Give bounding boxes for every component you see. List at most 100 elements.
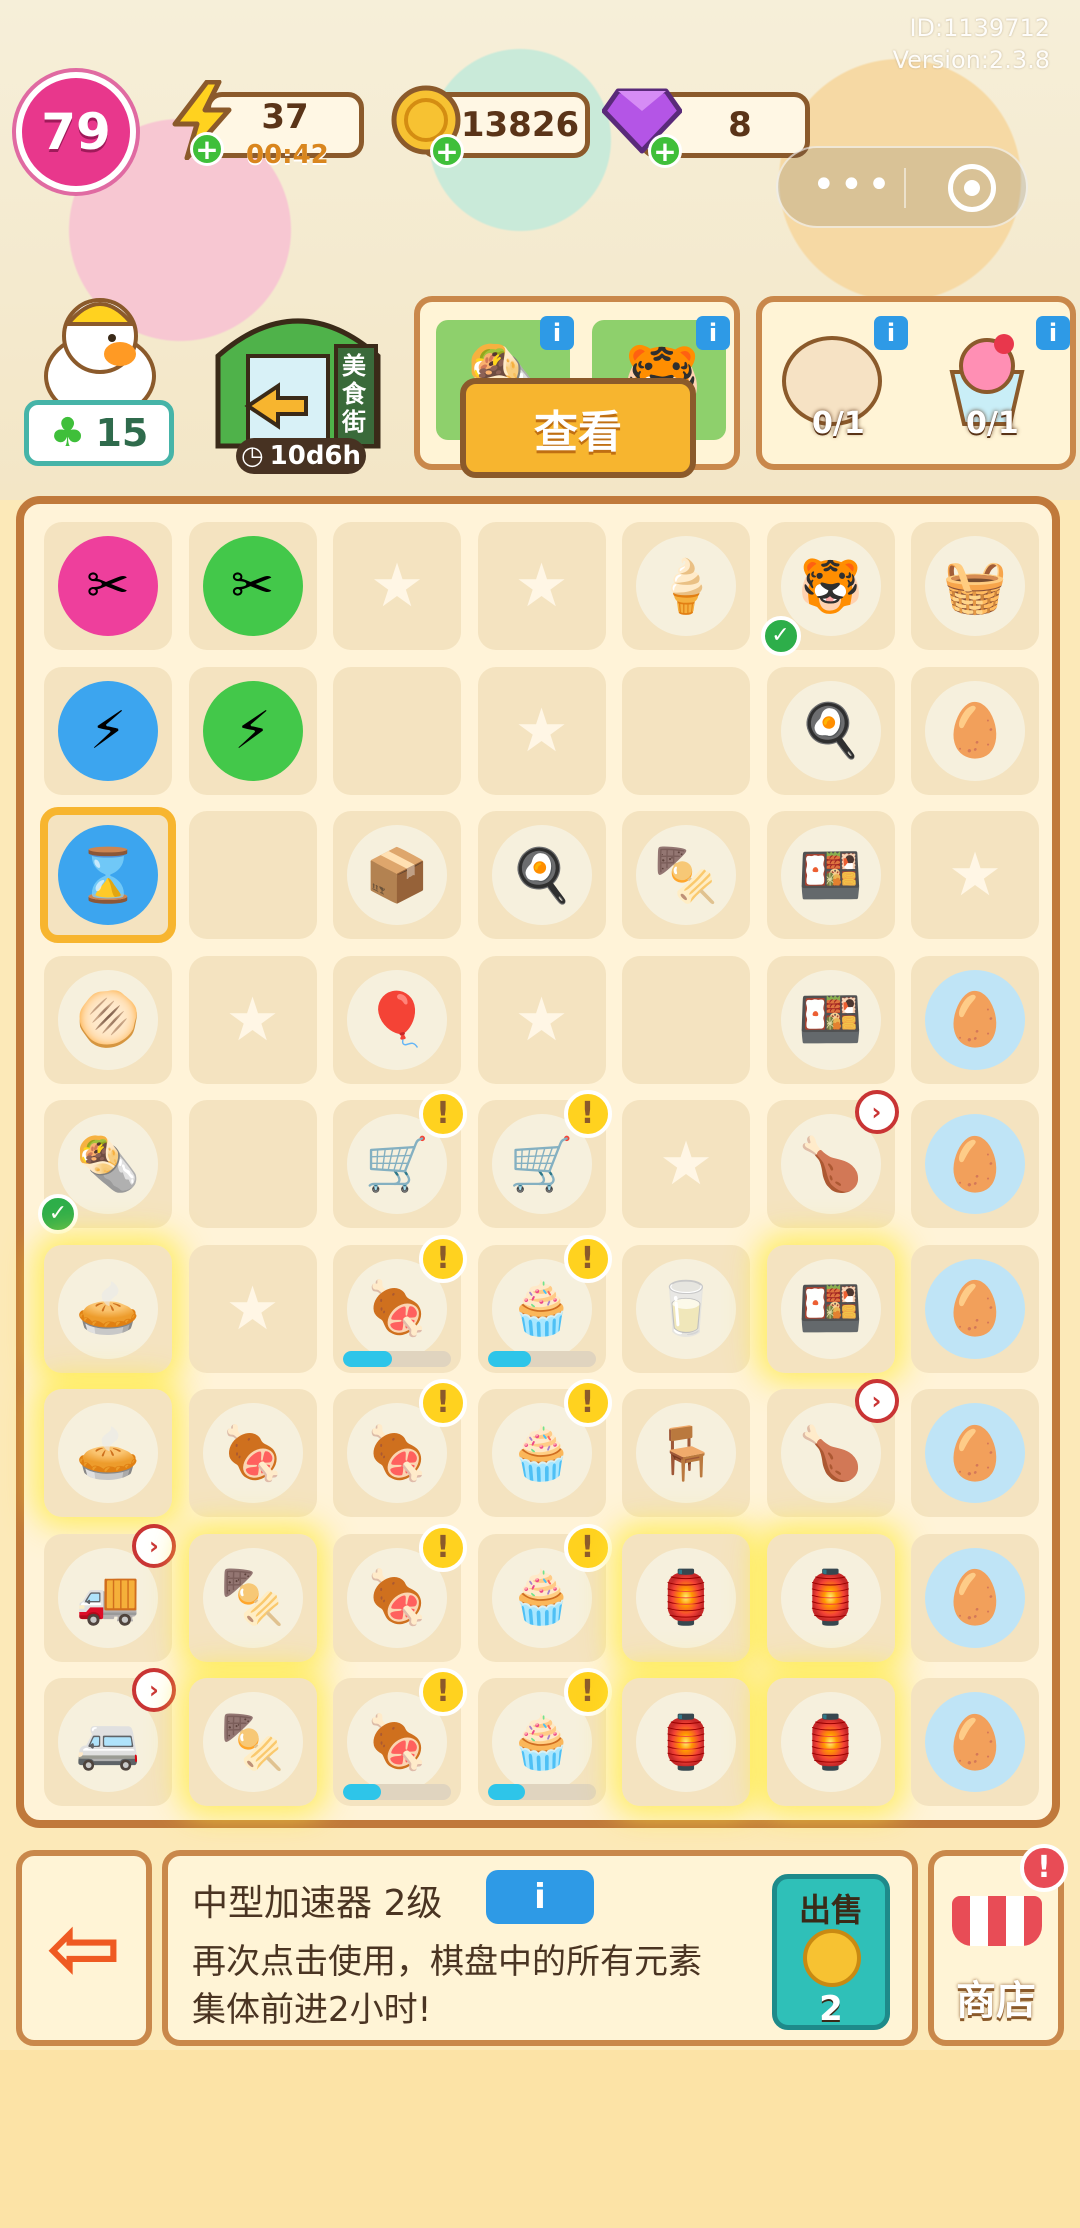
player-level-badge[interactable]: 79 (16, 72, 136, 192)
energy-timer: 00:42 (246, 140, 329, 170)
board-cell[interactable]: 🧁! (477, 1379, 612, 1517)
board-item-icon: ⚡ (58, 680, 158, 781)
board-cell[interactable]: 🛒! (477, 1090, 612, 1228)
board-cell[interactable]: 🧁! (477, 1234, 612, 1373)
board-cell[interactable]: ⌛ (40, 807, 176, 943)
board-cell[interactable]: 🪑 (622, 1389, 750, 1517)
merge-board: ✂✂🍦🐯✓🧺⚡⚡🍳🥚⌛📦🍳🍢🍱🫓🎈🍱🥚🌯✓🛒!🛒!🍗›🥚🥧🍖!🧁!🥛🍱🥚🥧🍖🍖!… (16, 496, 1060, 1828)
food-street-sign: 美食街 (342, 352, 366, 436)
board-cell[interactable]: 🍢 (188, 1678, 317, 1806)
board-cell[interactable]: 🍢 (622, 811, 750, 939)
board-cell[interactable]: 🍗 › (766, 1090, 899, 1228)
board-cell[interactable]: 🏮 (766, 1678, 895, 1806)
board-cell[interactable]: ⚡ (44, 666, 172, 795)
requests-panel[interactable]: i 0/1 i 0/1 (756, 296, 1076, 470)
close-miniprogram-icon[interactable] (948, 164, 996, 212)
add-gem-button[interactable]: + (648, 134, 682, 168)
board-cell-locked[interactable] (333, 522, 461, 650)
clover-icon: ♣ (49, 410, 86, 456)
board-cell[interactable]: 🍖! (333, 1234, 467, 1373)
board-cell[interactable]: 🥧 (44, 1389, 172, 1517)
board-cell-locked[interactable] (622, 1100, 750, 1228)
board-cell[interactable]: 🏮 (622, 1678, 750, 1806)
board-cell[interactable]: 🥚 (911, 1389, 1039, 1517)
board-cell[interactable]: 🧁! (477, 1668, 612, 1806)
add-coin-button[interactable]: + (430, 134, 464, 168)
board-cell[interactable]: 🧁! (477, 1523, 612, 1662)
request-info-icon[interactable]: i (874, 316, 908, 350)
food-street-timer: ◷ 10d6h (236, 438, 366, 474)
board-cell-empty[interactable] (333, 666, 461, 795)
board-item-icon: 🍢 (202, 1692, 303, 1792)
board-item-icon: 🍦 (636, 536, 736, 636)
view-orders-button[interactable]: 查看 (460, 378, 696, 478)
board-cell-locked[interactable] (188, 955, 317, 1084)
board-cell[interactable]: ⚡ (188, 666, 317, 795)
board-cell[interactable]: 🍳 (477, 811, 606, 939)
board-cell[interactable]: 🚚 › (44, 1523, 176, 1662)
board-cell[interactable]: 🫓 (44, 955, 172, 1084)
shop-label: 商店 (956, 1978, 1036, 2024)
board-cell-locked[interactable] (477, 666, 606, 795)
board-cell[interactable]: 🥚 (911, 1678, 1039, 1806)
board-cell[interactable]: 🍖! (333, 1379, 467, 1517)
board-cell[interactable]: 🍗 › (766, 1379, 899, 1517)
item-info-button[interactable]: i (486, 1870, 594, 1924)
shop-button[interactable]: ! 商店 (928, 1844, 1068, 2046)
board-cell[interactable]: 🐯 ✓ (760, 522, 895, 656)
alert-badge-icon: ! (563, 1668, 612, 1716)
more-menu-button[interactable]: ••• (812, 162, 895, 208)
board-item-icon: 🍖 (202, 1403, 303, 1503)
board-cell[interactable]: 🍖! (333, 1523, 467, 1662)
board-cell[interactable]: 🍖 (188, 1389, 317, 1517)
board-cell[interactable]: 🥧 (44, 1244, 172, 1373)
board-cell[interactable]: 🥚 (911, 1244, 1039, 1373)
board-cell-empty[interactable] (622, 955, 750, 1084)
order-info-icon[interactable]: i (696, 316, 730, 350)
board-cell[interactable]: 🍱 (766, 955, 895, 1084)
board-cell[interactable]: 🍦 (622, 522, 750, 650)
progress-fill (343, 1350, 392, 1367)
board-cell[interactable]: 🍢 (188, 1533, 317, 1662)
board-cell-empty[interactable] (622, 666, 750, 795)
board-cell[interactable]: 🥚 (911, 955, 1039, 1084)
board-cell[interactable]: 🧺 (911, 522, 1039, 650)
board-cell-locked[interactable] (477, 955, 606, 1084)
board-cell[interactable]: 🍳 (766, 666, 895, 795)
board-cell[interactable]: 🌯 ✓ (38, 1100, 172, 1234)
capsule-divider (904, 168, 906, 208)
board-cell[interactable]: 🥚 (911, 666, 1039, 795)
board-item-icon: 📦 (347, 825, 447, 925)
board-item-icon: 🥚 (925, 1692, 1025, 1792)
check-icon: ✓ (760, 616, 801, 656)
board-item-icon: 🥚 (925, 1403, 1025, 1503)
board-cell[interactable]: 🥛 (622, 1244, 750, 1373)
board-cell-empty[interactable] (188, 1100, 317, 1228)
board-cell[interactable]: 🚐 › (44, 1668, 176, 1806)
sell-button[interactable]: 出售 2 (772, 1874, 890, 2030)
board-cell[interactable]: 🏮 (766, 1533, 895, 1662)
background-floor (0, 2050, 1080, 2228)
board-cell[interactable]: 🥚 (911, 1533, 1039, 1662)
board-cell-empty[interactable] (188, 811, 317, 939)
board-cell[interactable]: 🍱 (766, 1244, 895, 1373)
board-cell[interactable]: 🍱 (766, 811, 895, 939)
board-cell-locked[interactable] (477, 522, 606, 650)
board-item-icon: 🪑 (636, 1403, 736, 1503)
chick-worker-avatar[interactable] (34, 280, 166, 420)
board-cell[interactable]: 🎈 (333, 955, 461, 1084)
add-energy-button[interactable]: + (190, 132, 224, 166)
board-cell-locked[interactable] (911, 811, 1039, 939)
board-cell[interactable]: 🛒! (333, 1090, 467, 1228)
board-cell[interactable]: 🍖! (333, 1668, 467, 1806)
exit-button[interactable]: ⇦ (16, 1850, 152, 2046)
board-cell[interactable]: ✂ (44, 522, 172, 650)
board-cell-locked[interactable] (188, 1244, 317, 1373)
clover-counter[interactable]: ♣ 15 (24, 400, 174, 466)
board-cell[interactable]: 📦 (333, 811, 461, 939)
board-cell[interactable]: 🥚 (911, 1100, 1039, 1228)
board-cell[interactable]: ✂ (188, 522, 317, 650)
board-cell[interactable]: 🏮 (622, 1533, 750, 1662)
request-info-icon[interactable]: i (1036, 316, 1070, 350)
order-info-icon[interactable]: i (540, 316, 574, 350)
